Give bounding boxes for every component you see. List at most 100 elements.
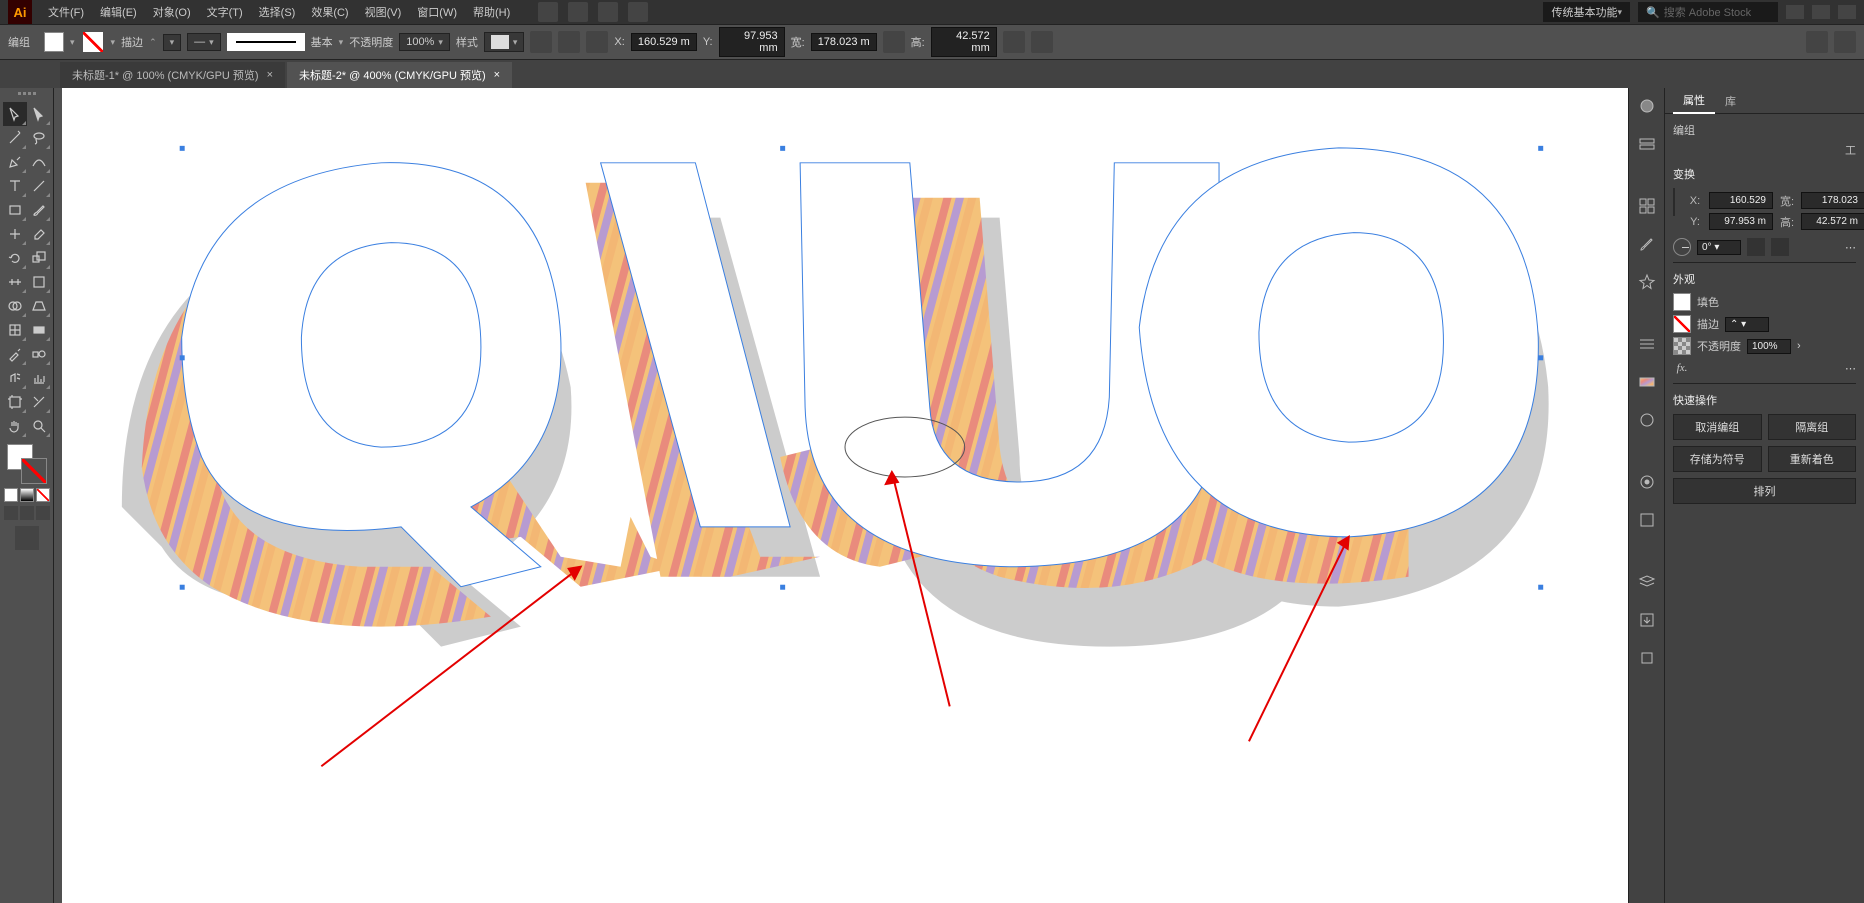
color-mode-gradient[interactable] xyxy=(20,488,34,502)
curvature-tool[interactable] xyxy=(27,150,51,174)
fill-swatch[interactable] xyxy=(44,32,64,52)
doc-setup-icon[interactable] xyxy=(1806,31,1828,53)
pen-tool[interactable] xyxy=(3,150,27,174)
chevron-down-icon[interactable]: ▾ xyxy=(70,37,75,48)
slice-tool[interactable] xyxy=(27,390,51,414)
h-input[interactable]: 42.572 mm xyxy=(931,27,997,57)
blend-tool[interactable] xyxy=(27,342,51,366)
h-input[interactable]: 42.572 m xyxy=(1801,213,1864,230)
paintbrush-tool[interactable] xyxy=(27,198,51,222)
width-tool[interactable] xyxy=(3,270,27,294)
lasso-tool[interactable] xyxy=(27,126,51,150)
gradient-panel-icon[interactable] xyxy=(1635,370,1659,394)
transparency-panel-icon[interactable] xyxy=(1635,408,1659,432)
eraser-tool[interactable] xyxy=(27,222,51,246)
perspective-tool[interactable] xyxy=(27,294,51,318)
constrain-link-icon[interactable] xyxy=(883,31,905,53)
artboard-tool[interactable] xyxy=(3,390,27,414)
chevron-down-icon[interactable]: ▾ xyxy=(111,37,116,48)
type-tool[interactable] xyxy=(3,174,27,198)
canvas[interactable] xyxy=(62,88,1628,903)
isolate-icon[interactable] xyxy=(1031,31,1053,53)
draw-normal[interactable] xyxy=(4,506,18,520)
draw-behind[interactable] xyxy=(20,506,34,520)
magic-wand-tool[interactable] xyxy=(3,126,27,150)
more-link[interactable]: 工 xyxy=(1673,142,1856,158)
fill-stroke-widget[interactable] xyxy=(7,444,47,484)
rotate-tool[interactable] xyxy=(3,246,27,270)
stroke-panel-icon[interactable] xyxy=(1635,332,1659,356)
flip-horizontal-button[interactable] xyxy=(1747,238,1765,256)
fx-icon[interactable]: fx. xyxy=(1673,359,1691,377)
stock-icon[interactable] xyxy=(568,2,588,22)
selection-tool[interactable] xyxy=(3,102,27,126)
color-guide-icon[interactable] xyxy=(1635,132,1659,156)
stroke-swatch[interactable] xyxy=(81,30,105,54)
menu-edit[interactable]: 编辑(E) xyxy=(92,4,145,20)
menu-window[interactable]: 窗口(W) xyxy=(409,4,465,20)
symbol-sprayer-tool[interactable] xyxy=(3,366,27,390)
menu-file[interactable]: 文件(F) xyxy=(40,4,92,20)
layers-panel-icon[interactable] xyxy=(1635,570,1659,594)
menu-select[interactable]: 选择(S) xyxy=(251,4,304,20)
x-input[interactable]: 160.529 m xyxy=(631,33,697,51)
direct-selection-tool[interactable] xyxy=(27,102,51,126)
w-input[interactable]: 178.023 xyxy=(1801,192,1864,209)
asset-export-icon[interactable] xyxy=(1635,608,1659,632)
scale-tool[interactable] xyxy=(27,246,51,270)
stroke-swatch[interactable] xyxy=(1673,315,1691,333)
rotate-input[interactable]: 0° ▾ xyxy=(1697,240,1741,255)
appearance-panel-icon[interactable] xyxy=(1635,470,1659,494)
more-options-icon[interactable]: ⋯ xyxy=(1845,241,1856,254)
fill-swatch[interactable] xyxy=(1673,293,1691,311)
zoom-tool[interactable] xyxy=(27,414,51,438)
ungroup-button[interactable]: 取消编组 xyxy=(1673,414,1762,440)
stroke-weight-link[interactable]: ⌃ xyxy=(149,37,157,48)
draw-inside[interactable] xyxy=(36,506,50,520)
tab-doc2[interactable]: 未标题-2* @ 400% (CMYK/GPU 预览) × xyxy=(287,62,512,88)
y-input[interactable]: 97.953 mm xyxy=(719,27,785,57)
artboards-panel-icon[interactable] xyxy=(1635,646,1659,670)
brushes-panel-icon[interactable] xyxy=(1635,232,1659,256)
align-icon[interactable] xyxy=(558,31,580,53)
arrange-docs-icon[interactable] xyxy=(598,2,618,22)
brush-preview[interactable] xyxy=(227,33,305,51)
screen-mode-button[interactable] xyxy=(15,526,39,550)
free-transform-tool[interactable] xyxy=(27,270,51,294)
menu-type[interactable]: 文字(T) xyxy=(199,4,251,20)
stroke-color[interactable] xyxy=(21,458,47,484)
w-input[interactable]: 178.023 m xyxy=(811,33,877,51)
bridge-icon[interactable] xyxy=(538,2,558,22)
color-panel-icon[interactable] xyxy=(1635,94,1659,118)
color-mode-none[interactable] xyxy=(36,488,50,502)
swatches-panel-icon[interactable] xyxy=(1635,194,1659,218)
workspace-dropdown[interactable]: 传统基本功能 ▾ xyxy=(1543,2,1630,22)
graphic-styles-icon[interactable] xyxy=(1635,508,1659,532)
tab-libraries[interactable]: 库 xyxy=(1715,89,1746,113)
color-mode-solid[interactable] xyxy=(4,488,18,502)
opacity-input[interactable]: 100%▾ xyxy=(399,33,450,51)
recolor-icon[interactable] xyxy=(530,31,552,53)
more-options-icon[interactable]: ⋯ xyxy=(1845,362,1856,375)
stroke-weight-dd[interactable]: ⌃ ▾ xyxy=(1725,317,1769,332)
menu-view[interactable]: 视图(V) xyxy=(357,4,410,20)
shaper-tool[interactable] xyxy=(3,222,27,246)
eyedropper-tool[interactable] xyxy=(3,342,27,366)
menu-effect[interactable]: 效果(C) xyxy=(303,4,356,20)
transform-anchor-icon[interactable] xyxy=(586,31,608,53)
graph-tool[interactable] xyxy=(27,366,51,390)
close-button[interactable] xyxy=(1838,5,1856,19)
stroke-weight-dd[interactable]: ▾ xyxy=(163,34,182,51)
arrange-button[interactable]: 排列 xyxy=(1673,478,1856,504)
symbols-panel-icon[interactable] xyxy=(1635,270,1659,294)
gradient-tool[interactable] xyxy=(27,318,51,342)
search-input[interactable]: 🔍 搜索 Adobe Stock xyxy=(1638,2,1778,22)
panel-grip[interactable] xyxy=(7,92,47,98)
shape-mode-icon[interactable] xyxy=(1003,31,1025,53)
chevron-down-icon[interactable]: ▾ xyxy=(339,37,344,48)
opacity-dd[interactable]: 100% xyxy=(1747,339,1791,354)
y-input[interactable]: 97.953 m xyxy=(1709,213,1773,230)
save-as-symbol-button[interactable]: 存储为符号 xyxy=(1673,446,1762,472)
gpu-icon[interactable] xyxy=(628,2,648,22)
line-tool[interactable] xyxy=(27,174,51,198)
